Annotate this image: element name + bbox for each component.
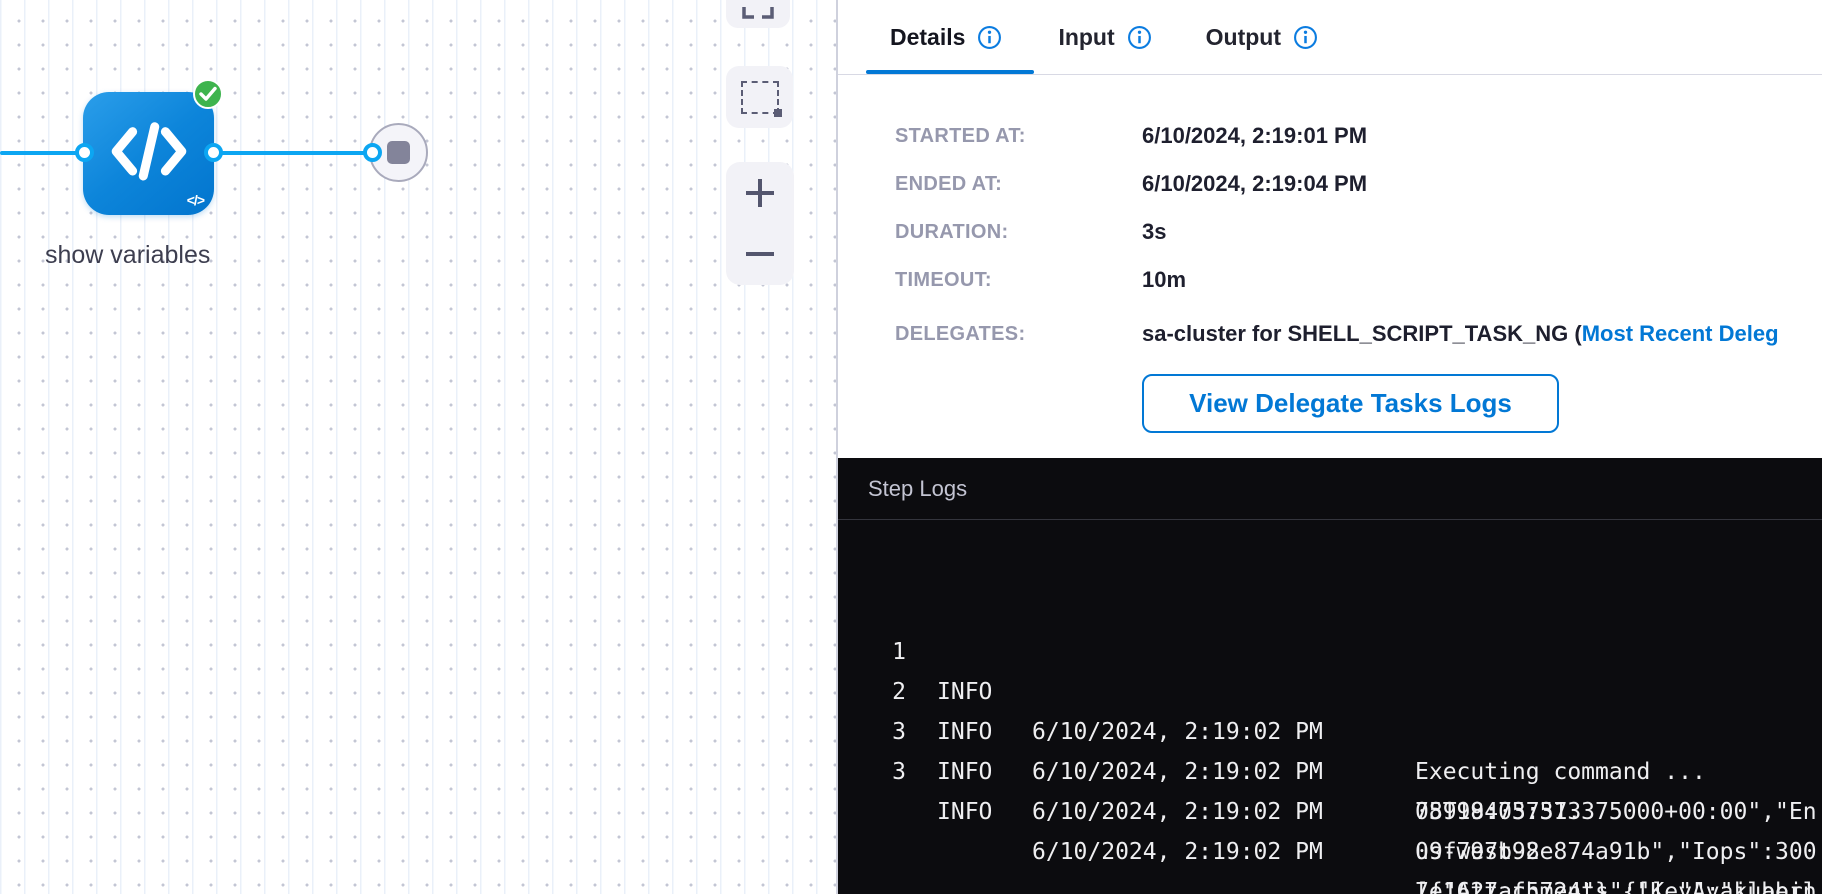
detail-row-ended-at: ENDED AT: 6/10/2024, 2:19:04 PM: [838, 160, 1822, 208]
log-line: 3 INFO 6/10/2024, 2:19:02 PM [{"Attachme…: [838, 712, 1822, 752]
detail-row-delegates: DELEGATES: sa-cluster for SHELL_SCRIPT_T…: [838, 310, 1822, 358]
plus-icon: [743, 176, 777, 210]
step-logs-title: Step Logs: [868, 476, 967, 502]
details-tabbar: Details Input Output: [838, 0, 1822, 75]
fit-to-screen-icon: [738, 3, 778, 23]
outgoing-edge: [213, 151, 372, 155]
detail-row-started-at: STARTED AT: 6/10/2024, 2:19:01 PM: [838, 112, 1822, 160]
tab-details[interactable]: Details: [890, 24, 1002, 51]
log-line-wrapped: 09f797b98e874a91b","Iops":300: [838, 792, 1822, 832]
log-line-wrapped: 7e1627af5724"},{"Key":"kubern: [838, 832, 1822, 872]
fit-to-screen-button[interactable]: [726, 0, 790, 28]
delegate-name: sa-cluster for SHELL_SCRIPT_TASK_NG (: [1142, 321, 1582, 346]
end-node-port[interactable]: [363, 143, 382, 162]
minus-icon: [743, 237, 777, 271]
pipeline-canvas[interactable]: </> show variables: [0, 0, 838, 894]
zoom-in-button[interactable]: [726, 162, 794, 224]
code-icon: [108, 118, 190, 184]
stop-square-icon: [387, 141, 410, 164]
marquee-select-icon: [741, 81, 779, 114]
node-input-port[interactable]: [75, 143, 94, 162]
execution-details: STARTED AT: 6/10/2024, 2:19:01 PM ENDED …: [838, 112, 1822, 358]
log-lines: 1 INFO 6/10/2024, 2:19:02 PM Executing c…: [838, 592, 1822, 894]
tab-input[interactable]: Input: [1058, 24, 1151, 51]
tab-output[interactable]: Output: [1206, 24, 1318, 51]
detail-row-timeout: TIMEOUT: 10m: [838, 256, 1822, 304]
log-line: 1 INFO 6/10/2024, 2:19:02 PM Executing c…: [838, 592, 1822, 632]
zoom-controls: [726, 162, 794, 285]
info-icon[interactable]: [1127, 25, 1152, 50]
shell-script-mini-icon: </>: [187, 192, 204, 208]
step-logs-console[interactable]: Step Logs 1 INFO 6/10/2024, 2:19:02 PM E…: [838, 458, 1822, 894]
pipeline-execution-view: </> show variables: [0, 0, 1822, 894]
detail-row-duration: DURATION: 3s: [838, 208, 1822, 256]
log-line-wrapped: {"Key":"kubernetes.io/create: [838, 872, 1822, 894]
zoom-out-button[interactable]: [726, 224, 794, 286]
log-line: 2 INFO 6/10/2024, 2:19:02 PM 75998473737…: [838, 632, 1822, 672]
view-delegate-tasks-logs-button[interactable]: View Delegate Tasks Logs: [1142, 374, 1559, 433]
step-node-show-variables[interactable]: </>: [83, 92, 214, 215]
info-icon[interactable]: [1293, 25, 1318, 50]
incoming-edge: [0, 151, 84, 155]
log-line-wrapped: 08T19:05:51.375000+00:00","En: [838, 752, 1822, 792]
info-icon[interactable]: [977, 25, 1002, 50]
step-node-label: show variables: [45, 241, 210, 270]
marquee-select-button[interactable]: [726, 66, 793, 128]
step-logs-header: Step Logs: [838, 458, 1822, 520]
most-recent-delegate-link[interactable]: Most Recent Deleg: [1582, 321, 1779, 346]
step-details-panel: Details Input Output: [838, 0, 1822, 894]
active-tab-underline: [866, 70, 1034, 74]
log-line: 3 INFO 6/10/2024, 2:19:02 PM us-west-2: [838, 672, 1822, 712]
node-output-port[interactable]: [204, 143, 223, 162]
success-check-badge: [193, 79, 223, 109]
